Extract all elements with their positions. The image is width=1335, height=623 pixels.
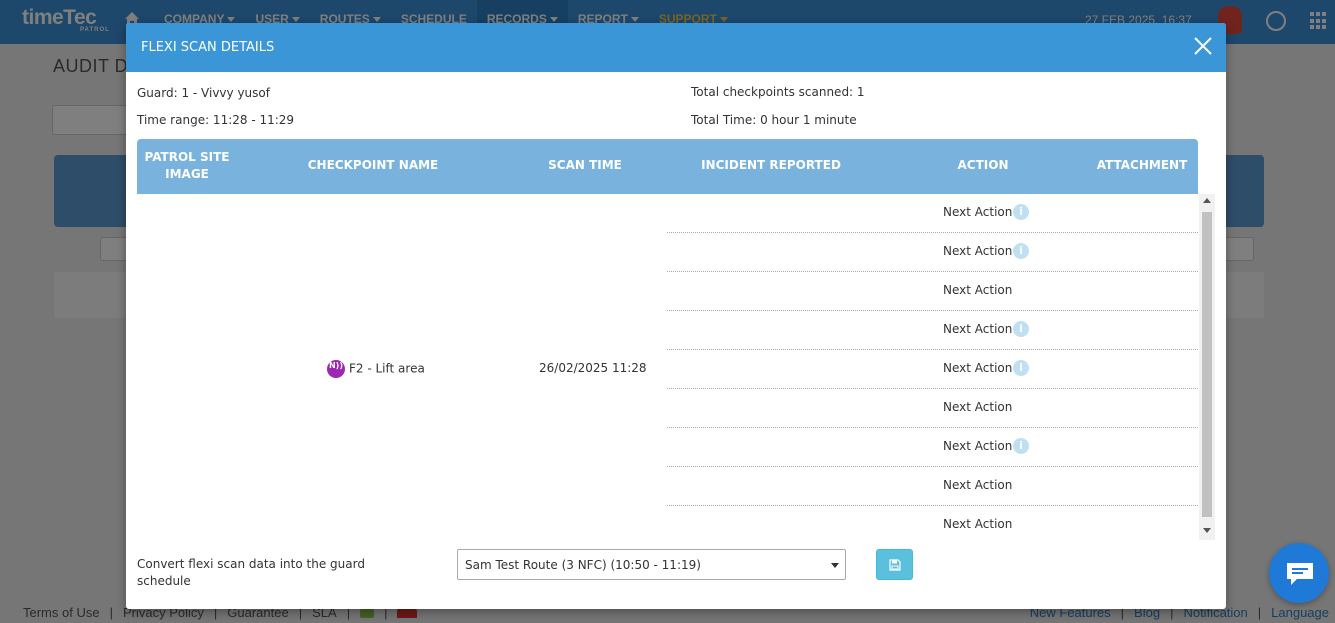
convert-label: Convert flexi scan data into the guard s… xyxy=(137,557,365,588)
checkpoint-name-cell: N)) F2 - Lift area xyxy=(327,360,425,378)
action-row: Next Action i xyxy=(667,350,1198,389)
table-scrollbar[interactable] xyxy=(1199,194,1215,540)
column-header-checkpoint-name[interactable]: CHECKPOINT NAME xyxy=(293,157,453,174)
next-action-link[interactable]: Next Action xyxy=(943,400,1012,414)
table-body: N)) F2 - Lift area 26/02/2025 11:28 Next … xyxy=(137,194,1215,540)
chevron-down-icon xyxy=(831,563,839,568)
action-row: Next Action i xyxy=(667,311,1198,350)
modal-title: FLEXI SCAN DETAILS xyxy=(141,40,275,55)
info-icon[interactable]: i xyxy=(1013,204,1029,220)
column-header-scan-time[interactable]: SCAN TIME xyxy=(525,157,645,174)
route-select[interactable]: Sam Test Route (3 NFC) (10:50 - 11:19) xyxy=(457,549,846,580)
action-row: Next Action xyxy=(667,272,1198,311)
info-icon[interactable]: i xyxy=(1013,243,1029,259)
flexi-scan-details-modal: FLEXI SCAN DETAILS Guard: 1 - Vivvy yuso… xyxy=(126,23,1226,609)
time-range-info: Time range: 11:28 - 11:29 xyxy=(137,113,295,127)
total-time-info: Total Time: 0 hour 1 minute xyxy=(691,113,857,127)
action-row: Next Action i xyxy=(667,233,1198,272)
action-row: Next Action i xyxy=(667,194,1198,233)
scrollbar-thumb[interactable] xyxy=(1202,212,1212,517)
scan-time-cell: 26/02/2025 11:28 xyxy=(539,361,647,375)
next-action-link[interactable]: Next Action xyxy=(943,322,1012,336)
next-action-link[interactable]: Next Action xyxy=(943,439,1012,453)
save-icon xyxy=(889,559,901,571)
chat-button[interactable] xyxy=(1269,543,1329,603)
column-header-action: ACTION xyxy=(957,158,1009,172)
action-row: Next Action i xyxy=(667,428,1198,467)
action-row: Next Action xyxy=(667,506,1198,540)
nfc-icon: N)) xyxy=(327,360,345,378)
column-header-patrol-site-image: PATROL SITE IMAGE xyxy=(144,150,230,181)
next-action-link[interactable]: Next Action xyxy=(943,283,1012,297)
chat-bubble-icon xyxy=(1287,563,1313,585)
table-header: PATROL SITE IMAGE CHECKPOINT NAME SCAN T… xyxy=(137,139,1198,194)
column-header-incident-reported: INCIDENT REPORTED xyxy=(701,158,841,172)
route-select-value: Sam Test Route (3 NFC) (10:50 - 11:19) xyxy=(465,558,701,572)
next-action-link[interactable]: Next Action xyxy=(943,361,1012,375)
action-row: Next Action xyxy=(667,389,1198,428)
scroll-up-arrow-icon[interactable] xyxy=(1203,198,1211,203)
modal-header: FLEXI SCAN DETAILS xyxy=(126,23,1226,72)
save-button[interactable] xyxy=(876,549,913,580)
close-icon[interactable] xyxy=(1192,35,1214,57)
guard-info: Guard: 1 - Vivvy yusof xyxy=(137,86,270,100)
next-action-link[interactable]: Next Action xyxy=(943,517,1012,531)
next-action-link[interactable]: Next Action xyxy=(943,478,1012,492)
info-icon[interactable]: i xyxy=(1013,321,1029,337)
column-header-attachment: ATTACHMENT xyxy=(1096,158,1188,172)
next-action-link[interactable]: Next Action xyxy=(943,205,1012,219)
next-action-link[interactable]: Next Action xyxy=(943,244,1012,258)
total-checkpoints-info: Total checkpoints scanned: 1 xyxy=(691,85,865,99)
scroll-down-arrow-icon[interactable] xyxy=(1203,528,1211,533)
info-icon[interactable]: i xyxy=(1013,360,1029,376)
action-row: Next Action xyxy=(667,467,1198,506)
info-icon[interactable]: i xyxy=(1013,438,1029,454)
